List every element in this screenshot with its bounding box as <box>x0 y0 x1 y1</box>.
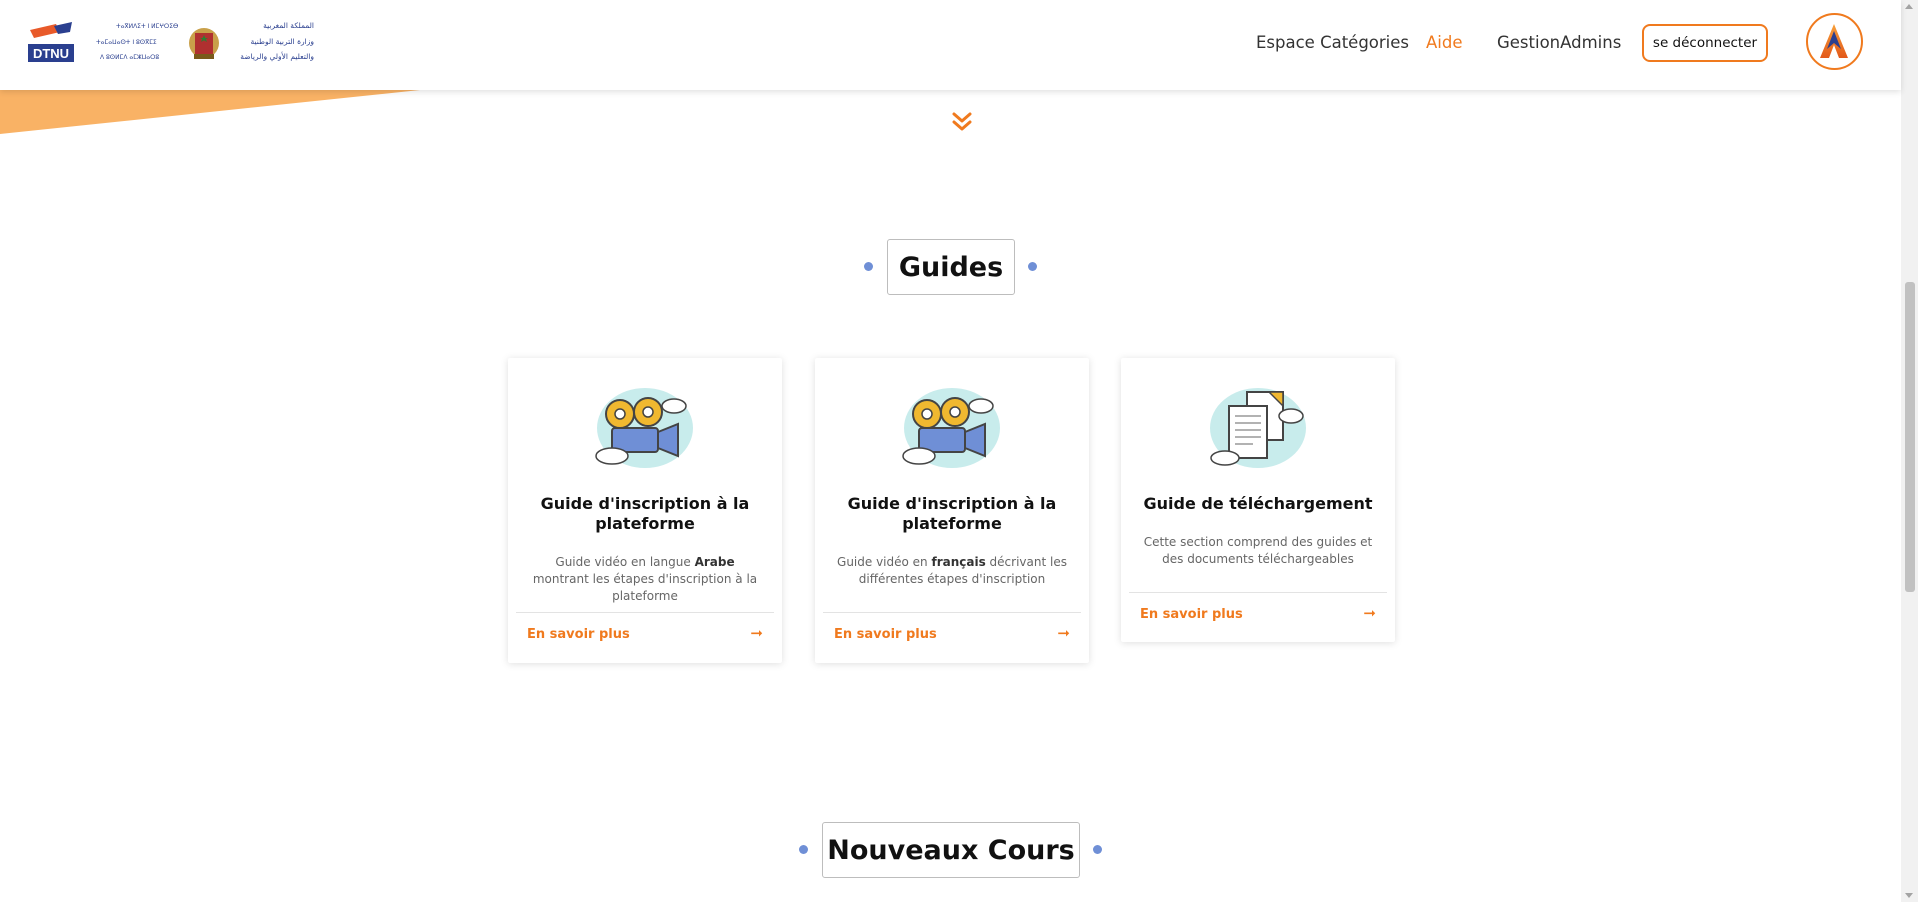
download-guide-card: Guide de téléchargement Cette section co… <box>1121 358 1395 642</box>
title-dot-right <box>1093 845 1102 854</box>
learn-more-link[interactable]: En savoir plus <box>834 627 937 642</box>
double-chevron-down-icon[interactable] <box>950 110 974 134</box>
learn-more-link[interactable]: En savoir plus <box>1140 607 1243 622</box>
svg-text:ⴷ ⵓⵙⵍⵎⴷ ⴰⵎⵣⵡⴰⵔⵓ: ⴷ ⵓⵙⵍⵎⴷ ⴰⵎⵣⵡⴰⵔⵓ <box>100 54 159 61</box>
card-divider <box>516 612 774 613</box>
svg-text:ⵜⴰⴳⵍⴷⵉⵜ ⵏ ⵍⵎⵖⵔⵉⴱ: ⵜⴰⴳⵍⴷⵉⵜ ⵏ ⵍⵎⵖⵔⵉⴱ <box>116 23 178 30</box>
card-description: Cette section comprend des guides et des… <box>1143 535 1373 566</box>
scroll-down-arrow-icon[interactable] <box>1905 893 1913 898</box>
arrow-right-icon[interactable]: ➞ <box>750 624 763 642</box>
card-title: Guide de téléchargement <box>1143 494 1373 513</box>
card-title: Guide d'inscription à la plateforme <box>847 494 1057 533</box>
nav-gestion-admins[interactable]: GestionAdmins <box>1497 33 1621 52</box>
svg-text:وزارة التربية الوطنية: وزارة التربية الوطنية <box>250 37 314 46</box>
scroll-up-arrow-icon[interactable] <box>1905 4 1913 9</box>
documents-icon <box>1210 388 1306 468</box>
guides-section-title: Guides <box>887 239 1015 295</box>
title-dot-left <box>864 262 873 271</box>
arrow-right-icon[interactable]: ➞ <box>1363 604 1376 622</box>
card-description: Guide vidéo en langue Arabe montrant les… <box>532 555 758 603</box>
video-camera-icon <box>902 388 1000 468</box>
nav-espace-categories[interactable]: Espace Catégories <box>1256 33 1409 52</box>
avatar-logo-icon <box>1820 24 1848 58</box>
arrow-right-icon[interactable]: ➞ <box>1057 624 1070 642</box>
decorative-orange-wedge <box>0 88 420 134</box>
card-divider <box>823 612 1081 613</box>
svg-text:والتعليم الأولي والرياضة: والتعليم الأولي والرياضة <box>240 51 314 61</box>
guide-card-arabic: Guide d'inscription à la plateforme Guid… <box>508 358 782 663</box>
card-title: Guide d'inscription à la plateforme <box>540 494 750 533</box>
page-scrollbar[interactable] <box>1901 0 1918 902</box>
card-divider <box>1129 592 1387 593</box>
dtnu-logo[interactable]: DTNU <box>26 22 76 64</box>
logout-button[interactable]: se déconnecter <box>1642 24 1768 62</box>
title-dot-right <box>1028 262 1037 271</box>
svg-text:المملكة المغربية: المملكة المغربية <box>263 21 314 30</box>
scrollbar-thumb[interactable] <box>1905 282 1915 592</box>
nav-aide[interactable]: Aide <box>1426 33 1463 52</box>
new-courses-section-title: Nouveaux Cours <box>822 822 1080 878</box>
card-description: Guide vidéo en français décrivant les di… <box>837 555 1067 586</box>
ministry-logo: ⵜⴰⴳⵍⴷⵉⵜ ⵏ ⵍⵎⵖⵔⵉⴱ ⵜⴰⵎⴰⵡⴰⵙⵜ ⵏ ⵓⵙⴳⵎⵉ ⴷ ⵓⵙⵍⵎ… <box>96 21 314 61</box>
video-camera-icon <box>595 388 693 468</box>
svg-text:ⵜⴰⵎⴰⵡⴰⵙⵜ ⵏ ⵓⵙⴳⵎⵉ: ⵜⴰⵎⴰⵡⴰⵙⵜ ⵏ ⵓⵙⴳⵎⵉ <box>96 39 157 46</box>
learn-more-link[interactable]: En savoir plus <box>527 627 630 642</box>
title-dot-left <box>799 845 808 854</box>
svg-text:DTNU: DTNU <box>33 46 69 61</box>
top-navbar: DTNU ⵜⴰⴳⵍⴷⵉⵜ ⵏ ⵍⵎⵖⵔⵉⴱ ⵜⴰⵎⴰⵡⴰⵙⵜ ⵏ ⵓⵙⴳⵎⵉ ⴷ… <box>0 0 1901 90</box>
user-avatar[interactable] <box>1806 13 1863 70</box>
guide-card-french: Guide d'inscription à la plateforme Guid… <box>815 358 1089 663</box>
